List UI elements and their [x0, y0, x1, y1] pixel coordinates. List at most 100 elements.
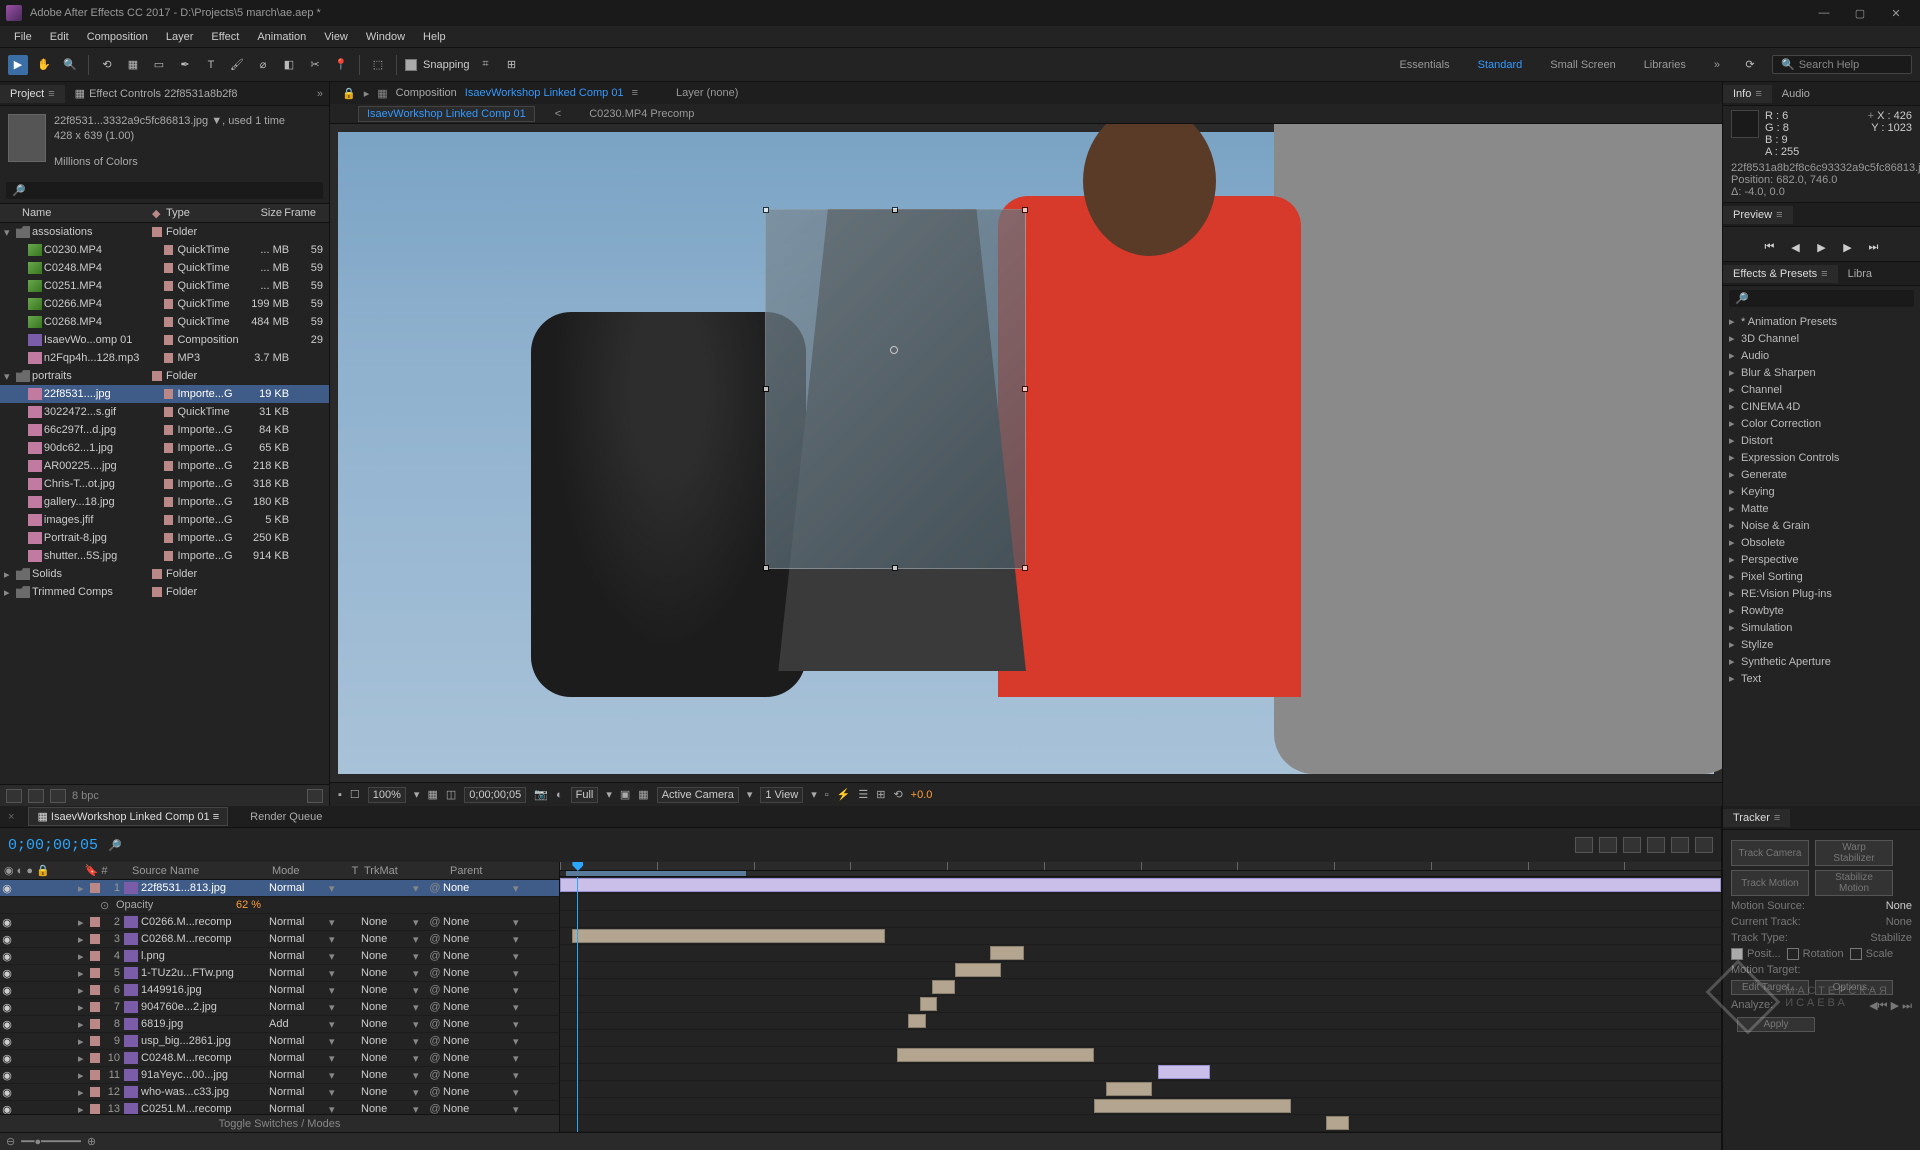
col-hash[interactable]: 🔖 # — [78, 864, 114, 877]
label-swatch-icon[interactable]: ◆ — [152, 207, 166, 220]
graph-editor-button[interactable] — [1695, 837, 1713, 853]
fast-preview-icon[interactable]: ⚡ — [837, 788, 851, 801]
track-row[interactable] — [560, 1030, 1721, 1047]
col-frame[interactable]: Frame — [282, 207, 322, 219]
pickwhip-icon[interactable]: @ — [427, 1001, 443, 1013]
layer-row[interactable]: ◉▸13C0251.M...recompNormal▾None▾@None▾ — [0, 1101, 559, 1114]
prev-frame-button[interactable]: ◀ — [1787, 239, 1805, 255]
roi-icon[interactable]: ▣ — [620, 788, 630, 801]
rect-tool[interactable]: ▭ — [149, 55, 169, 75]
timeline-lock-icon[interactable]: × — [8, 811, 14, 823]
snapping-checkbox[interactable] — [405, 59, 417, 71]
tab-audio[interactable]: Audio — [1772, 85, 1820, 103]
warp-stabilizer-button[interactable]: Warp Stabilizer — [1815, 840, 1893, 866]
visibility-toggle[interactable]: ◉ — [0, 1035, 14, 1048]
visibility-toggle[interactable]: ◉ — [0, 1018, 14, 1031]
first-frame-button[interactable]: ⏮ — [1761, 239, 1779, 255]
type-tool[interactable]: T — [201, 55, 221, 75]
mask-icon[interactable]: ◫ — [446, 788, 456, 801]
col-mode[interactable]: Mode — [272, 865, 346, 877]
layer-list[interactable]: ◉▸122f8531...813.jpgNormal▾▾@None▾⊙Opaci… — [0, 880, 559, 1114]
magnification-icon[interactable]: ☐ — [350, 788, 360, 801]
views-select[interactable]: 1 View — [760, 787, 803, 803]
workspace-standard[interactable]: Standard — [1470, 57, 1531, 73]
tab-preview[interactable]: Preview≡ — [1723, 206, 1793, 224]
pickwhip-icon[interactable]: @ — [427, 933, 443, 945]
tab-libraries[interactable]: Libra — [1838, 265, 1882, 283]
tab-info[interactable]: Info≡ — [1723, 85, 1772, 103]
menu-layer[interactable]: Layer — [158, 29, 202, 45]
zoom-dd-icon[interactable]: ▾ — [414, 788, 420, 801]
minimize-button[interactable]: — — [1806, 2, 1842, 24]
pickwhip-icon[interactable]: @ — [427, 1069, 443, 1081]
visibility-toggle[interactable]: ◉ — [0, 984, 14, 997]
track-row[interactable] — [560, 911, 1721, 928]
track-row[interactable] — [560, 945, 1721, 962]
workspace-libraries[interactable]: Libraries — [1636, 57, 1694, 73]
zoom-select[interactable]: 100% — [368, 787, 406, 803]
track-row[interactable] — [560, 877, 1721, 894]
scale-checkbox[interactable] — [1850, 948, 1862, 960]
hand-tool[interactable]: ✋ — [34, 55, 54, 75]
tabs-overflow-icon[interactable]: » — [311, 88, 329, 100]
tab-project[interactable]: Project ≡ — [0, 85, 65, 103]
selected-layer-overlay[interactable] — [765, 209, 1026, 569]
visibility-toggle[interactable]: ◉ — [0, 933, 14, 946]
effects-category[interactable]: ▸Keying — [1723, 483, 1920, 500]
pickwhip-icon[interactable]: @ — [427, 916, 443, 928]
resolution-select[interactable]: Full — [571, 787, 599, 803]
tab-tracker[interactable]: Tracker≡ — [1723, 809, 1790, 827]
effects-category[interactable]: ▸Synthetic Aperture — [1723, 653, 1920, 670]
layer-row[interactable]: ◉▸12who-was...c33.jpgNormal▾None▾@None▾ — [0, 1084, 559, 1101]
track-row[interactable] — [560, 1064, 1721, 1081]
layer-clip[interactable] — [1106, 1082, 1152, 1096]
res-dd-icon[interactable]: ▾ — [606, 788, 612, 801]
layer-row[interactable]: ◉▸3C0268.M...recompNormal▾None▾@None▾ — [0, 931, 559, 948]
project-row[interactable]: IsaevWo...omp 01Composition29 — [0, 331, 329, 349]
snap-edge-icon[interactable]: ⌗ — [476, 55, 496, 75]
timeline-icon[interactable]: ☰ — [858, 788, 868, 801]
track-row[interactable] — [560, 962, 1721, 979]
flow-precomp[interactable]: C0230.MP4 Precomp — [581, 107, 702, 121]
layer-clip[interactable] — [1326, 1116, 1349, 1130]
effects-category[interactable]: ▸Rowbyte — [1723, 602, 1920, 619]
edit-target-button[interactable]: Edit Target... — [1731, 980, 1809, 995]
layer-clip[interactable] — [572, 929, 885, 943]
project-row[interactable]: 90dc62...1.jpgImporte...G65 KB — [0, 439, 329, 457]
menu-window[interactable]: Window — [358, 29, 413, 45]
menu-effect[interactable]: Effect — [203, 29, 247, 45]
draft3d-button[interactable] — [1599, 837, 1617, 853]
project-row[interactable]: C0251.MP4QuickTime... MB59 — [0, 277, 329, 295]
zoom-tool[interactable]: 🔍 — [60, 55, 80, 75]
effects-category[interactable]: ▸3D Channel — [1723, 330, 1920, 347]
orbit-tool[interactable]: ⟲ — [97, 55, 117, 75]
selection-tool[interactable]: ▶ — [8, 55, 28, 75]
project-row[interactable]: C0266.MP4QuickTime199 MB59 — [0, 295, 329, 313]
current-time-indicator[interactable] — [577, 877, 578, 1132]
visibility-toggle[interactable]: ◉ — [0, 1103, 14, 1115]
pickwhip-icon[interactable]: @ — [427, 882, 443, 894]
grid-icon[interactable]: ▦ — [427, 788, 437, 801]
views-dd-icon[interactable]: ▾ — [811, 788, 817, 801]
project-row[interactable]: ▸SolidsFolder — [0, 565, 329, 583]
layer-row[interactable]: ◉▸4l.pngNormal▾None▾@None▾ — [0, 948, 559, 965]
effects-category[interactable]: ▸Pixel Sorting — [1723, 568, 1920, 585]
time-ruler[interactable]: :0001s02s03s04s05s06s07s08s09s10s11s12s — [560, 862, 1721, 871]
layer-row[interactable]: ◉▸9usp_big...2861.jpgNormal▾None▾@None▾ — [0, 1033, 559, 1050]
project-row[interactable]: gallery...18.jpgImporte...G180 KB — [0, 493, 329, 511]
col-t[interactable]: T — [346, 865, 364, 877]
project-search[interactable]: 🔎 — [6, 182, 323, 199]
clone-tool[interactable]: ⌀ — [253, 55, 273, 75]
interpret-footage-button[interactable] — [6, 789, 22, 803]
layer-clip[interactable] — [1094, 1099, 1291, 1113]
comp-mini-flow-button[interactable] — [1575, 837, 1593, 853]
viewer-timecode[interactable]: 0;00;00;05 — [464, 787, 526, 803]
effects-category[interactable]: ▸Matte — [1723, 500, 1920, 517]
effects-category[interactable]: ▸Stylize — [1723, 636, 1920, 653]
pan-behind-tool[interactable]: ▦ — [123, 55, 143, 75]
puppet-tool[interactable]: 📍 — [331, 55, 351, 75]
tab-effects-presets[interactable]: Effects & Presets≡ — [1723, 265, 1838, 283]
effects-category[interactable]: ▸CINEMA 4D — [1723, 398, 1920, 415]
layer-clip[interactable] — [990, 946, 1025, 960]
visibility-toggle[interactable]: ◉ — [0, 1001, 14, 1014]
